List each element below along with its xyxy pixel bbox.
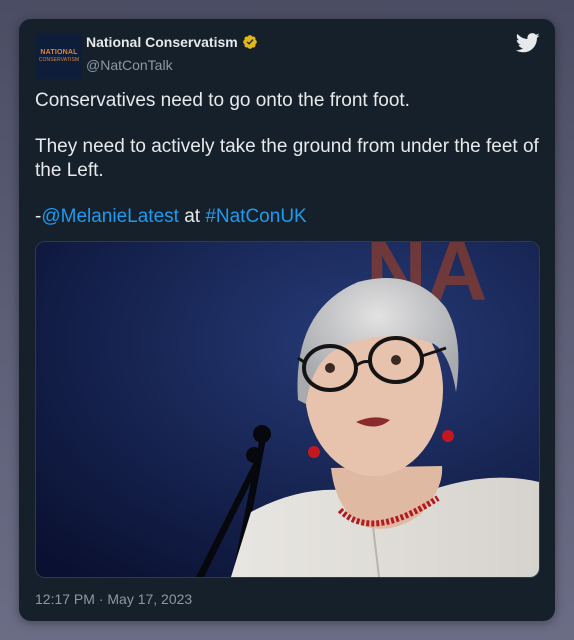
avatar-text-line2: CONSERVATISM	[38, 57, 80, 63]
verified-badge-icon	[242, 35, 257, 49]
author-handle[interactable]: @NatConTalk	[86, 57, 173, 73]
author-avatar[interactable]: NATIONAL CONSERVATISM	[36, 33, 82, 79]
tweet-attribution: -@MelanieLatest at #NatConUK	[35, 205, 540, 229]
twitter-bird-icon[interactable]	[516, 33, 540, 53]
tweet-text: Conservatives need to go onto the front …	[35, 89, 540, 229]
tweet-timestamp[interactable]: 12:17 PM · May 17, 2023	[35, 591, 192, 607]
mention-link[interactable]: @MelanieLatest	[41, 206, 179, 227]
tweet-line-1: Conservatives need to go onto the front …	[35, 90, 410, 111]
avatar-text-line1: NATIONAL	[40, 49, 78, 56]
tweet-photo[interactable]: NA	[35, 241, 540, 578]
attribution-middle: at	[178, 206, 206, 227]
hashtag-link[interactable]: #NatConUK	[205, 206, 306, 227]
tweet-line-2: They need to actively take the ground fr…	[35, 136, 539, 181]
author-name[interactable]: National Conservatism	[86, 34, 238, 50]
tweet-card[interactable]: NATIONAL CONSERVATISM National Conservat…	[19, 19, 555, 621]
photo-image: NA	[36, 242, 539, 577]
author-name-row: National Conservatism	[86, 34, 258, 50]
